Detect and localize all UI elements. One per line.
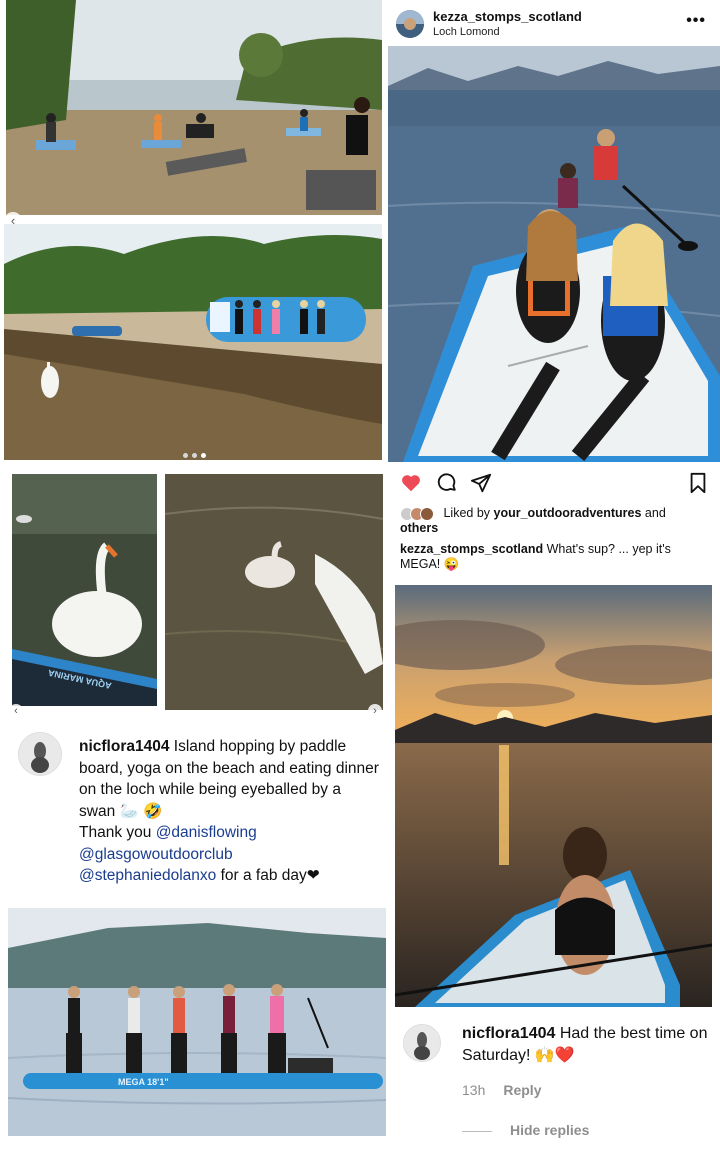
closing-text: for a fab day❤ xyxy=(216,867,320,884)
more-icon[interactable]: ••• xyxy=(686,12,706,30)
post-location[interactable]: Loch Lomond xyxy=(433,26,500,38)
comment-username[interactable]: nicflora1404 xyxy=(462,1025,555,1042)
divider xyxy=(462,1130,492,1132)
hide-replies-button[interactable]: Hide replies xyxy=(462,1122,589,1138)
hide-replies-label[interactable]: Hide replies xyxy=(510,1122,589,1138)
liker-avatars xyxy=(400,506,440,521)
liked-by-prefix: Liked by xyxy=(443,506,494,520)
likes-row: Liked by your_outdooradventures and othe… xyxy=(400,506,710,536)
mega-board-text: MEGA 18'1" xyxy=(118,1077,169,1087)
photo-swan-board: AQUA MARINA xyxy=(12,474,157,706)
mention-link[interactable]: @stephaniedolanxo xyxy=(79,867,216,884)
chevron-left-icon[interactable]: ‹ xyxy=(9,704,23,718)
comment-text: nicflora1404 Had the best time on Saturd… xyxy=(462,1023,714,1067)
photo-swans-water xyxy=(165,474,383,710)
photo-swan-beach xyxy=(4,224,382,460)
avatar[interactable] xyxy=(396,10,424,38)
comment-meta: 13h Reply xyxy=(462,1082,559,1098)
post-actions xyxy=(398,470,714,498)
avatar[interactable] xyxy=(18,732,62,776)
photo-paddleboard-selfie xyxy=(388,46,720,462)
share-icon[interactable] xyxy=(470,472,492,494)
post-author[interactable]: nicflora1404 xyxy=(79,738,169,755)
liked-by-others[interactable]: others xyxy=(400,521,438,535)
reply-button[interactable]: Reply xyxy=(503,1082,541,1098)
thank-you-text: Thank you xyxy=(79,824,156,841)
comment-icon[interactable] xyxy=(436,472,458,494)
photo-beach-yoga xyxy=(6,0,382,215)
carousel-dots xyxy=(183,453,206,458)
liked-by-user[interactable]: your_outdooradventures xyxy=(494,506,642,520)
bookmark-icon[interactable] xyxy=(688,472,708,494)
post-body: nicflora1404 Island hopping by paddle bo… xyxy=(79,736,379,887)
comment-time: 13h xyxy=(462,1082,486,1098)
post-username[interactable]: kezza_stomps_scotland xyxy=(433,9,582,24)
caption-username[interactable]: kezza_stomps_scotland xyxy=(400,542,543,556)
chevron-right-icon[interactable]: › xyxy=(368,704,382,718)
mention-link[interactable]: @danisflowing xyxy=(156,824,257,841)
photo-sunset-loch xyxy=(395,585,712,1007)
post-header: kezza_stomps_scotland Loch Lomond ••• xyxy=(388,6,720,46)
avatar[interactable] xyxy=(403,1024,441,1062)
post-caption: kezza_stomps_scotland What's sup? ... ye… xyxy=(400,542,712,572)
photo-mega-board: MEGA 18'1" xyxy=(8,908,386,1136)
heart-icon[interactable] xyxy=(400,472,422,494)
mention-link[interactable]: @glasgowoutdoorclub xyxy=(79,846,233,863)
liked-by-and: and xyxy=(641,506,666,520)
